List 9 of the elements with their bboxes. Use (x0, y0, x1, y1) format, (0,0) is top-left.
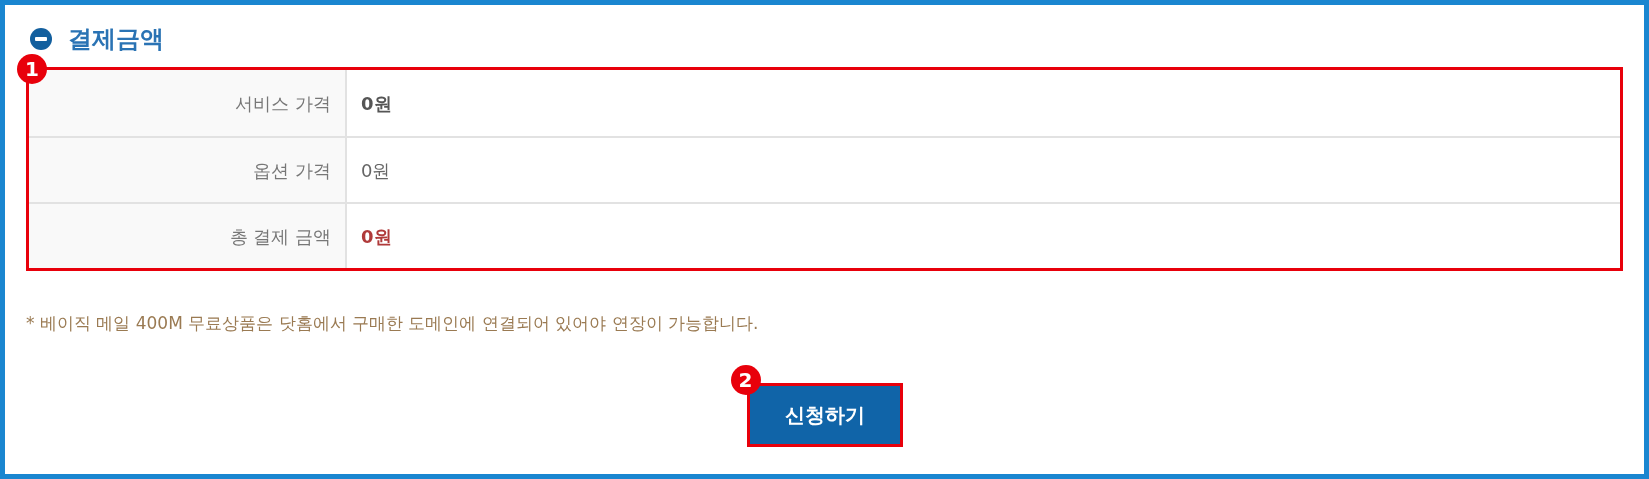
row-label: 총 결제 금액 (29, 204, 347, 268)
row-label: 옵션 가격 (29, 138, 347, 202)
number-badge: 2 (730, 364, 761, 395)
section-title: 결제금액 (68, 24, 164, 55)
row-value: 0원 (360, 224, 392, 249)
minus-circle-icon (30, 28, 52, 50)
row-value: 0원 (360, 158, 391, 183)
notice-text: * 베이직 메일 400M 무료상품은 닷홈에서 구매한 도메인에 연결되어 있어야 연장이 가능합니다. (26, 312, 760, 335)
row-value: 0원 (360, 91, 392, 116)
